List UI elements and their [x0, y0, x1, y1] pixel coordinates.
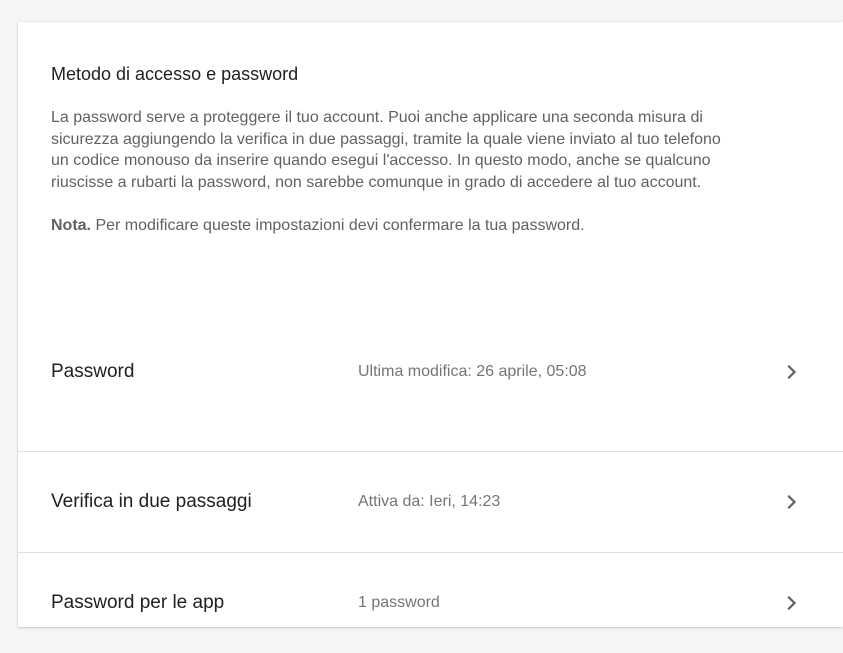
row-password-label: Password	[51, 361, 135, 382]
settings-list: Password Ultima modifica: 26 aprile, 05:…	[18, 351, 843, 653]
row-two-step-value: Attiva da: Ieri, 14:23	[358, 493, 501, 510]
row-password-value: Ultima modifica: 26 aprile, 05:08	[358, 363, 587, 380]
row-two-step-verification[interactable]: Verifica in due passaggi Attiva da: Ieri…	[18, 452, 843, 553]
note-label: Nota.	[51, 217, 91, 234]
chevron-right-icon	[784, 553, 800, 653]
row-app-passwords-label: Password per le app	[51, 592, 225, 613]
signin-password-card: Metodo di accesso e password La password…	[18, 22, 843, 627]
row-password[interactable]: Password Ultima modifica: 26 aprile, 05:…	[18, 351, 843, 452]
chevron-right-icon	[784, 452, 800, 552]
row-app-passwords[interactable]: Password per le app 1 password	[18, 553, 843, 653]
note-text: Per modificare queste impostazioni devi …	[91, 217, 585, 234]
chevron-right-icon	[784, 322, 800, 422]
section-description: La password serve a proteggere il tuo ac…	[51, 109, 721, 191]
row-app-passwords-value: 1 password	[358, 594, 440, 611]
section-note: Nota. Per modificare queste impostazioni…	[51, 215, 813, 237]
section-title: Metodo di accesso e password	[51, 64, 299, 84]
row-two-step-label: Verifica in due passaggi	[51, 491, 252, 512]
card-header: Metodo di accesso e password La password…	[18, 22, 843, 237]
